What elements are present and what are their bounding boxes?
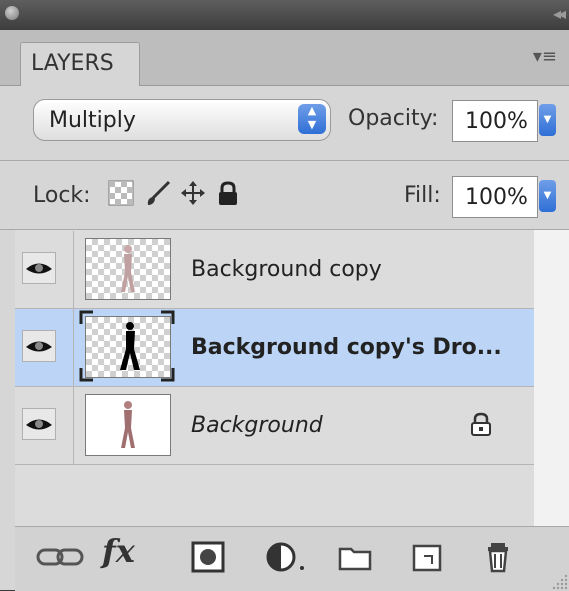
layers-panel: ◂◂ LAYERS ▾≡ Multiply ▲ ▼ Opacity: 100% ▼… [0, 0, 569, 591]
figure-thumbnail-icon [121, 245, 135, 292]
new-layer-icon[interactable] [410, 541, 444, 573]
layer-row[interactable]: Background [15, 387, 534, 465]
blend-mode-value: Multiply [49, 108, 136, 133]
fill-dropdown-button[interactable]: ▼ [539, 180, 556, 212]
collapse-panel-icon[interactable]: ◂◂ [553, 4, 566, 23]
figure-thumbnail-icon [121, 401, 135, 448]
fill-label: Fill: [404, 183, 441, 208]
panel-menu-icon[interactable]: ▾≡ [533, 46, 557, 67]
lock-label: Lock: [33, 183, 91, 208]
layer-name: Background copy's Dro... [191, 335, 502, 360]
fill-value: 100% [465, 185, 528, 210]
add-mask-icon[interactable] [190, 541, 226, 573]
layer-thumbnail [85, 394, 171, 456]
tab-layers[interactable]: LAYERS [20, 42, 140, 86]
new-group-icon[interactable] [337, 541, 373, 573]
panel-title-bar: ◂◂ [0, 0, 569, 30]
layer-name: Background copy [191, 257, 382, 282]
adjustment-layer-icon[interactable] [265, 541, 309, 573]
fill-input[interactable]: 100% [452, 176, 538, 218]
opacity-input[interactable]: 100% [452, 100, 538, 142]
layer-name: Background [191, 413, 323, 438]
layer-style-icon[interactable]: fx [102, 532, 135, 570]
layer-row-selected[interactable]: Background copy's Dro... [15, 309, 534, 387]
close-panel-button[interactable] [5, 6, 19, 20]
blend-mode-stepper-icon[interactable]: ▲ ▼ [298, 104, 326, 134]
delete-layer-icon[interactable] [481, 541, 515, 573]
eye-icon [22, 408, 56, 440]
visibility-toggle[interactable] [15, 309, 74, 386]
layers-scroll-gutter[interactable] [534, 230, 569, 534]
visibility-toggle[interactable] [15, 387, 74, 464]
eye-icon [22, 252, 56, 284]
layer-thumbnail [85, 238, 171, 300]
lock-all-icon[interactable] [215, 180, 241, 206]
opacity-label: Opacity: [348, 106, 439, 131]
tab-layers-label: LAYERS [31, 51, 114, 76]
divider [0, 160, 569, 161]
blend-mode-select[interactable]: Multiply ▲ ▼ [33, 99, 331, 141]
link-layers-icon[interactable] [35, 541, 85, 573]
layer-lock-icon [471, 412, 491, 436]
lock-image-icon[interactable] [145, 180, 171, 206]
opacity-value: 100% [465, 109, 528, 134]
lock-transparency-icon[interactable] [108, 180, 134, 206]
eye-icon [22, 330, 56, 362]
figure-thumbnail-icon [120, 322, 140, 370]
visibility-toggle[interactable] [15, 231, 74, 308]
opacity-dropdown-button[interactable]: ▼ [539, 104, 556, 136]
lock-position-icon[interactable] [180, 180, 206, 206]
panel-tab-row: LAYERS ▾≡ [0, 30, 569, 86]
layers-bottom-toolbar: fx [15, 526, 569, 591]
layer-row[interactable]: Background copy [15, 231, 534, 309]
resize-grip-icon[interactable] [547, 569, 569, 591]
layer-thumbnail [85, 316, 171, 378]
